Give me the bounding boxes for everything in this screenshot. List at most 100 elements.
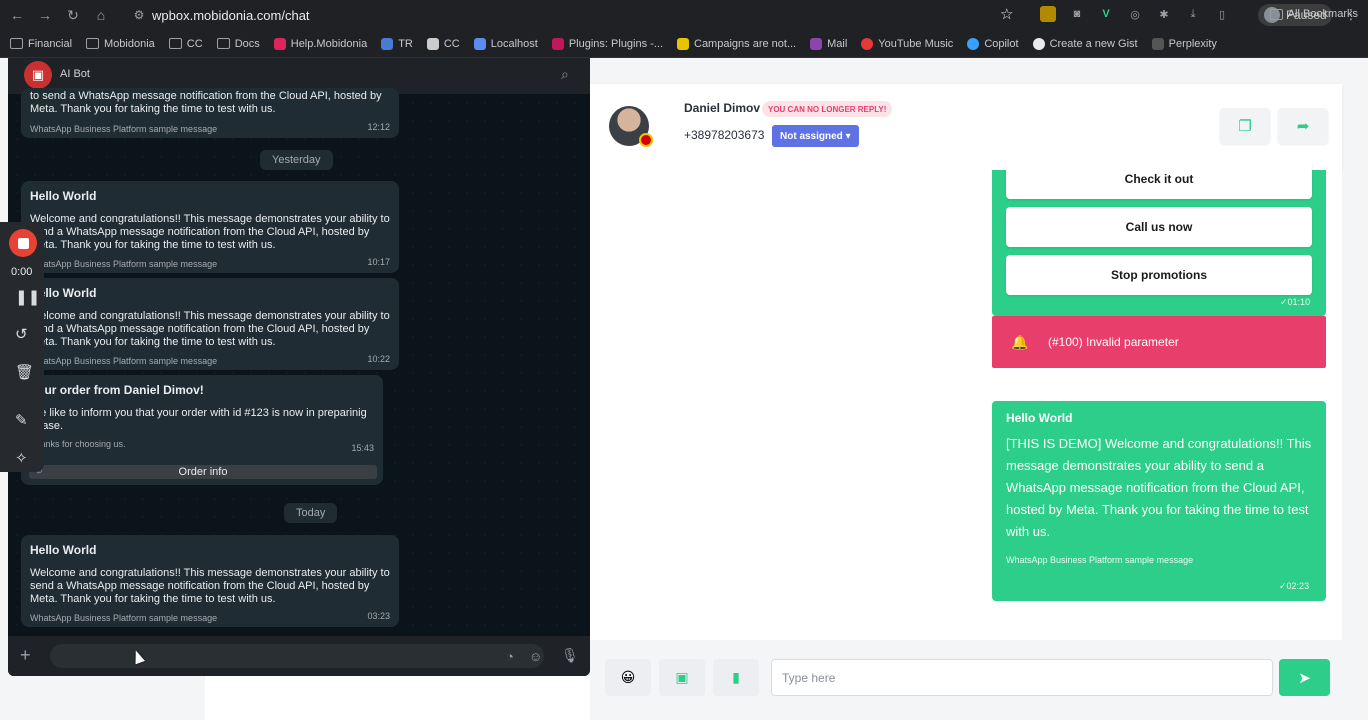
microphone-icon[interactable]: 🎙	[561, 647, 579, 664]
globe-extension-icon[interactable]: ◎	[1127, 6, 1143, 22]
sidepanel-icon[interactable]: ▯	[1214, 6, 1230, 22]
message-bubble: to send a WhatsApp message notification …	[21, 88, 399, 138]
folder-icon	[86, 38, 100, 49]
quick-reply-call-us-now[interactable]: Call us now	[1006, 207, 1312, 247]
bookmark-item[interactable]: Mail	[810, 37, 847, 50]
whatsapp-window: ▣ AI Bot ⌕ to send a WhatsApp message no…	[8, 58, 590, 676]
trash-icon[interactable]: 🗑	[15, 363, 34, 381]
download-icon[interactable]: ⤓	[1185, 6, 1201, 22]
bookmark-item[interactable]: Help.Mobidonia	[273, 37, 367, 50]
whatsapp-composer: + ◔ ☺ 🎙	[8, 636, 590, 676]
bookmark-item[interactable]: CC	[168, 38, 203, 50]
file-button[interactable]: ▮	[713, 659, 759, 696]
quick-reply-check-it-out[interactable]: Check it out	[1006, 159, 1312, 199]
sticker-icon[interactable]: ◔	[506, 649, 514, 664]
send-icon: ➤	[1298, 669, 1311, 687]
favicon-icon	[551, 37, 564, 50]
attach-plus-icon[interactable]: +	[20, 645, 31, 666]
whatsapp-message-input[interactable]	[50, 644, 544, 668]
perplexity-icon	[1151, 37, 1164, 50]
youtube-music-icon	[861, 37, 874, 50]
recording-timer: 0:00	[11, 266, 33, 278]
restart-icon[interactable]: ↺	[15, 325, 28, 343]
v-extension-icon[interactable]: V	[1098, 6, 1114, 22]
puzzle-icon[interactable]: ✱	[1156, 6, 1172, 22]
camera-icon[interactable]: ◙	[1069, 6, 1085, 22]
sent-message: Hello World [THIS IS DEMO] Welcome and c…	[992, 401, 1326, 601]
folder-icon	[10, 38, 23, 49]
quick-reply-stop-promotions[interactable]: Stop promotions	[1006, 255, 1312, 295]
bookmark-item[interactable]: Docs	[216, 38, 260, 50]
folder-icon	[216, 38, 230, 49]
message-bubble: Hello World Welcome and congratulations!…	[21, 278, 399, 370]
emoji-icon[interactable]: ☺	[529, 649, 542, 664]
order-info-button[interactable]: ✆ Order info	[29, 465, 377, 479]
bookmark-item[interactable]: Campaigns are not...	[677, 37, 796, 50]
date-separator: Yesterday	[260, 150, 333, 170]
extensions-row: ◙ V ◎ ✱ ⤓ ▯	[1040, 6, 1230, 22]
bell-icon: 🔔	[1011, 333, 1029, 350]
contact-name: Daniel Dimov	[684, 101, 761, 115]
message-title: Hello World	[1006, 411, 1073, 425]
all-bookmarks[interactable]: All Bookmarks	[1269, 8, 1358, 20]
assign-dropdown[interactable]: Not assigned ▾	[772, 125, 859, 147]
recorder-toolbar	[0, 222, 44, 472]
no-reply-badge: YOU CAN NO LONGER REPLY!	[762, 101, 893, 117]
back-icon[interactable]: ←	[6, 4, 28, 26]
emoji-button[interactable]: 😀	[605, 659, 651, 696]
bookmark-item[interactable]: Financial	[10, 38, 72, 50]
folder-icon	[1269, 8, 1283, 20]
message-bubble: Hello World Welcome and congratulations!…	[21, 535, 399, 627]
country-flag-icon	[639, 133, 653, 147]
site-info-icon[interactable]: ⚙	[126, 8, 152, 22]
favicon-icon	[677, 37, 689, 50]
emoji-icon: 😀	[620, 669, 636, 685]
bookmark-item[interactable]: CC	[426, 37, 460, 50]
bookmark-item[interactable]: Plugins: Plugins -...	[551, 37, 663, 50]
file-icon: ▮	[732, 669, 740, 685]
send-button[interactable]: ➤	[1279, 659, 1330, 696]
folder-icon	[168, 38, 182, 49]
search-icon[interactable]: ⌕	[561, 66, 569, 83]
stop-icon	[17, 237, 29, 249]
image-button[interactable]: ▣	[659, 659, 705, 696]
bot-avatar: ▣	[24, 61, 52, 89]
bookmark-item[interactable]: Copilot	[967, 37, 1019, 50]
chat-title: AI Bot	[60, 68, 90, 80]
message-footer: WhatsApp Business Platform sample messag…	[1006, 555, 1194, 565]
copilot-icon	[967, 37, 980, 50]
url-text: wpbox.mobidonia.com/chat	[152, 7, 310, 23]
stop-recording-button[interactable]	[9, 229, 37, 257]
error-alert: 🔔 (#100) Invalid parameter	[992, 316, 1326, 368]
mail-icon	[810, 37, 823, 50]
home-icon[interactable]: ⌂	[90, 4, 112, 26]
address-bar[interactable]: ⚙ wpbox.mobidonia.com/chat	[126, 3, 1026, 27]
date-separator: Today	[284, 503, 338, 523]
message-time: ✓01:10	[1280, 297, 1311, 307]
extension-icon[interactable]	[1040, 6, 1056, 22]
bookmark-item[interactable]: Mobidonia	[86, 38, 155, 50]
share-button[interactable]: ➦	[1278, 108, 1328, 144]
bookmark-item[interactable]: TR	[381, 37, 413, 50]
share-icon: ➦	[1296, 118, 1310, 135]
bookmarks-bar: Financial Mobidonia CC Docs Help.Mobidon…	[0, 30, 1368, 58]
favicon-icon	[473, 37, 486, 50]
forward-icon[interactable]: →	[34, 4, 56, 26]
copy-button[interactable]: ❐	[1220, 108, 1270, 144]
bookmark-item[interactable]: YouTube Music	[861, 37, 953, 50]
pen-icon[interactable]: ✎	[15, 411, 28, 429]
github-icon	[1032, 37, 1045, 50]
left-sidebar-bg	[0, 676, 205, 720]
effects-icon[interactable]: ✧	[15, 449, 28, 467]
bookmark-item[interactable]: Perplexity	[1151, 37, 1217, 50]
error-text: (#100) Invalid parameter	[1048, 335, 1179, 349]
bookmark-item[interactable]: Create a new Gist	[1032, 37, 1138, 50]
pause-icon[interactable]: ❚❚	[15, 288, 40, 306]
bookmark-star-icon[interactable]: ☆	[1000, 5, 1013, 23]
copy-icon: ❐	[1238, 118, 1252, 135]
reload-icon[interactable]: ↻	[62, 4, 84, 26]
message-input[interactable]	[771, 659, 1273, 696]
bookmark-item[interactable]: Localhost	[473, 37, 538, 50]
message-bubble: Hello World Welcome and congratulations!…	[21, 181, 399, 273]
image-icon: ▣	[675, 669, 689, 685]
